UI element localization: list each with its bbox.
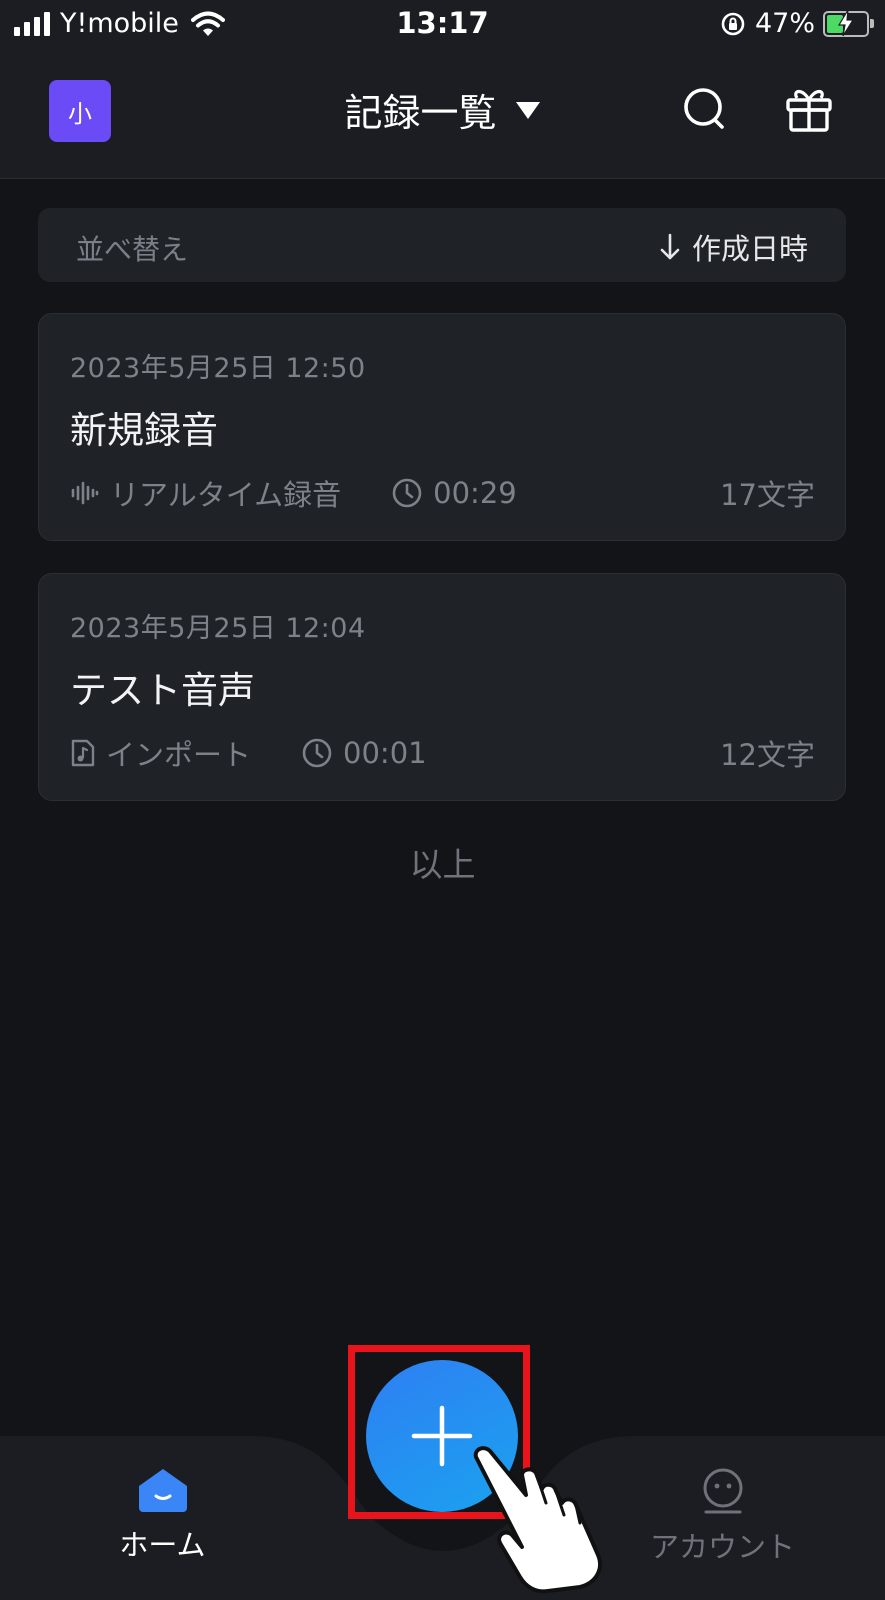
record-char-count: 17文字 (720, 478, 815, 512)
record-title: テスト音声 (70, 669, 255, 712)
orientation-lock-icon (721, 12, 745, 35)
waveform-icon (71, 481, 99, 505)
status-right: 47% (719, 8, 874, 39)
record-source: リアルタイム録音 (70, 472, 341, 514)
record-date: 2023年5月25日 12:04 (70, 613, 366, 644)
sort-bar: 並べ替え 作成日時 (38, 208, 846, 282)
record-date: 2023年5月25日 12:50 (70, 353, 366, 384)
pointing-hand-icon (473, 1446, 602, 1594)
clock-icon (392, 478, 422, 508)
status-bar: Y!mobile 13:17 47% (0, 0, 885, 52)
battery-percentage: 47% (754, 8, 815, 39)
gift-icon[interactable] (784, 86, 834, 132)
nav-home-label[interactable]: ホーム (100, 1522, 225, 1564)
home-icon[interactable] (135, 1466, 191, 1514)
search-icon[interactable] (682, 86, 730, 134)
sort-value[interactable]: 作成日時 (692, 226, 808, 268)
battery-icon (823, 9, 874, 37)
nav-home-tab[interactable]: ホーム (100, 1466, 225, 1564)
charging-bolt-icon (837, 9, 855, 36)
list-end-label: 以上 (409, 845, 476, 884)
clock-icon (302, 738, 332, 768)
arrow-down-icon[interactable] (660, 233, 680, 261)
record-source-label: リアルタイム録音 (110, 478, 342, 512)
sort-label: 並べ替え (76, 233, 189, 266)
audio-file-icon (71, 739, 95, 767)
record-card[interactable]: 2023年5月25日 12:50 新規録音 リアルタイム録音 00:29 17文… (38, 313, 846, 541)
record-source-label: インポート (106, 738, 252, 772)
sort-order-button[interactable]: 作成日時 (660, 226, 808, 268)
dropdown-caret-icon[interactable] (515, 100, 541, 120)
record-duration: 00:29 (391, 476, 517, 510)
account-icon[interactable] (698, 1466, 748, 1516)
page-title[interactable]: 記録一覧 (344, 82, 496, 137)
record-char-count: 12文字 (720, 738, 815, 772)
gift-button[interactable] (784, 86, 834, 136)
record-duration-value: 00:29 (433, 476, 517, 510)
record-duration: 00:01 (301, 736, 427, 770)
app-header: 小 記録一覧 (0, 52, 885, 179)
record-meta: インポート 00:01 (70, 732, 477, 774)
record-source: インポート (70, 732, 251, 774)
nav-account-tab[interactable]: アカウント (640, 1466, 805, 1566)
record-title: 新規録音 (70, 409, 218, 452)
record-card[interactable]: 2023年5月25日 12:04 テスト音声 インポート 00:01 12文字 (38, 573, 846, 801)
record-meta: リアルタイム録音 00:29 (70, 472, 567, 514)
record-duration-value: 00:01 (343, 736, 427, 770)
title-dropdown[interactable]: 記録一覧 (0, 82, 885, 137)
search-button[interactable] (682, 86, 730, 138)
nav-account-label[interactable]: アカウント (640, 1524, 805, 1566)
